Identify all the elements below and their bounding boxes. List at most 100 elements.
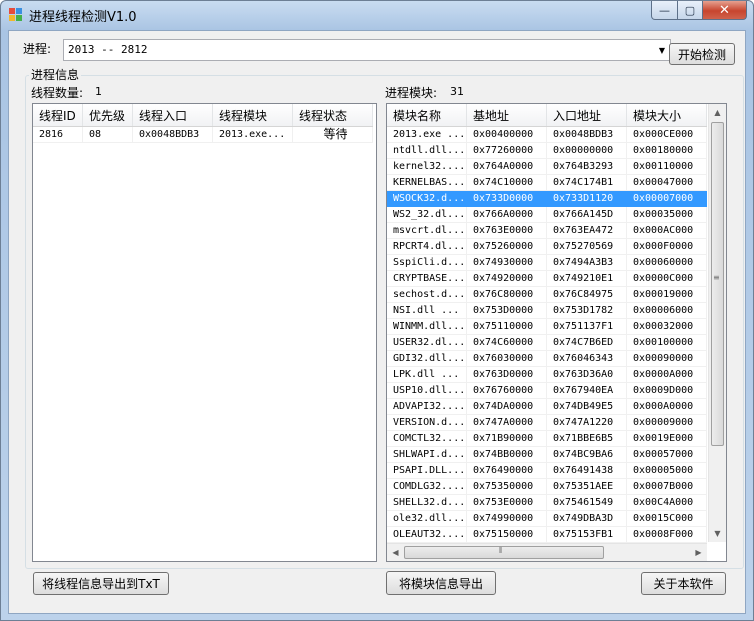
module-cell: 0x77260000 [467, 143, 547, 159]
module-row[interactable]: USP10.dll... 0x76760000 0x767940EA 0x0009D0… [387, 383, 707, 399]
module-cell: KERNELBAS... [387, 175, 467, 191]
module-cell: 0x74DA0000 [467, 399, 547, 415]
module-row[interactable]: kernel32.... 0x764A0000 0x764B3293 0x001100… [387, 159, 707, 175]
maximize-icon: ▢ [684, 3, 696, 17]
module-cell: 0x753E0000 [467, 495, 547, 511]
minimize-button[interactable]: — [651, 1, 678, 20]
module-row[interactable]: SspiCli.d... 0x74930000 0x7494A3B3 0x000600… [387, 255, 707, 271]
module-cell: 0x753D0000 [467, 303, 547, 319]
module-row[interactable]: 2013.exe ... 0x00400000 0x0048BDB3 0x000CE0… [387, 127, 707, 143]
close-icon: ✕ [719, 2, 730, 18]
module-cell: 0x767940EA [547, 383, 627, 399]
module-row[interactable]: COMDLG32.... 0x75350000 0x75351AEE 0x0007B0… [387, 479, 707, 495]
module-row[interactable]: WS2_32.dl... 0x766A0000 0x766A145D 0x000350… [387, 207, 707, 223]
module-row[interactable]: LPK.dll ... 0x763D0000 0x763D36A0 0x0000A00… [387, 367, 707, 383]
module-row[interactable]: GDI32.dll... 0x76030000 0x76046343 0x000900… [387, 351, 707, 367]
thread-list[interactable]: 线程ID 优先级 线程入口 线程模块 线程状态 2816 08 0x0048BDB3 2013… [32, 103, 377, 562]
module-row[interactable]: PSAPI.DLL... 0x76490000 0x76491438 0x000050… [387, 463, 707, 479]
scroll-right-icon[interactable]: ▶ [690, 544, 707, 561]
scroll-left-icon[interactable]: ◀ [387, 544, 404, 561]
chevron-down-icon[interactable]: ▼ [654, 40, 670, 60]
process-select[interactable]: 2013 -- 2812 ▼ [63, 39, 671, 61]
module-list[interactable]: 模块名称 基地址 入口地址 模块大小 2013.exe ... 0x00400000 0x… [386, 103, 727, 562]
module-cell: 0x76760000 [467, 383, 547, 399]
scroll-down-icon[interactable]: ▼ [709, 525, 726, 542]
module-horizontal-scrollbar[interactable]: ◀ ⦀ ▶ [387, 543, 707, 561]
module-column-header[interactable]: 模块名称 [387, 104, 467, 126]
module-row[interactable]: msvcrt.dl... 0x763E0000 0x763EA472 0x000AC0… [387, 223, 707, 239]
module-cell: 0x0000C000 [627, 271, 707, 287]
module-cell: 0x00000000 [547, 143, 627, 159]
thread-column-header[interactable]: 线程ID [33, 104, 83, 126]
module-row[interactable]: NSI.dll ... 0x753D0000 0x753D1782 0x0000600… [387, 303, 707, 319]
export-modules-button[interactable]: 将模块信息导出 [386, 571, 496, 595]
module-cell: 0x747A1220 [547, 415, 627, 431]
start-detect-label: 开始检测 [677, 47, 726, 62]
module-row[interactable]: SHLWAPI.d... 0x74BB0000 0x74BC9BA6 0x000570… [387, 447, 707, 463]
module-row[interactable]: COMCTL32.... 0x71B90000 0x71BBE6B5 0x0019E0… [387, 431, 707, 447]
export-threads-label: 将线程信息导出到TxT [42, 577, 160, 591]
module-column-header[interactable]: 基地址 [467, 104, 547, 126]
thread-column-header[interactable]: 优先级 [83, 104, 133, 126]
module-cell: COMCTL32.... [387, 431, 467, 447]
module-row[interactable]: sechost.d... 0x76C80000 0x76C84975 0x000190… [387, 287, 707, 303]
module-cell: 0x733D1120 [547, 191, 627, 207]
module-cell: 0x000A0000 [627, 399, 707, 415]
module-row[interactable]: WSOCK32.d... 0x733D0000 0x733D1120 0x000070… [387, 191, 707, 207]
module-row[interactable]: KERNELBAS... 0x74C10000 0x74C174B1 0x000470… [387, 175, 707, 191]
title-bar[interactable]: 进程线程检测V1.0 — ▢ ✕ [1, 1, 753, 29]
module-cell: 0x71BBE6B5 [547, 431, 627, 447]
export-threads-button[interactable]: 将线程信息导出到TxT [33, 572, 169, 595]
module-cell: 0x00032000 [627, 319, 707, 335]
module-cell: kernel32.... [387, 159, 467, 175]
module-cell: sechost.d... [387, 287, 467, 303]
module-cell: 0x76046343 [547, 351, 627, 367]
module-row[interactable]: CRYPTBASE... 0x74920000 0x749210E1 0x0000C0… [387, 271, 707, 287]
scroll-thumb[interactable]: ≡ [711, 122, 724, 446]
module-cell: 0x763D0000 [467, 367, 547, 383]
scroll-up-icon[interactable]: ▲ [709, 104, 726, 121]
thread-cell: 08 [83, 127, 133, 143]
close-button[interactable]: ✕ [703, 1, 747, 20]
module-row[interactable]: RPCRT4.dl... 0x75260000 0x75270569 0x000F00… [387, 239, 707, 255]
thread-cell: 0x0048BDB3 [133, 127, 213, 143]
process-info-group-title: 进程信息 [29, 66, 82, 83]
module-row[interactable]: VERSION.d... 0x747A0000 0x747A1220 0x000090… [387, 415, 707, 431]
thread-column-header[interactable]: 线程模块 [213, 104, 293, 126]
module-column-header[interactable]: 入口地址 [547, 104, 627, 126]
thread-column-header[interactable]: 线程入口 [133, 104, 213, 126]
process-label: 进程: [23, 42, 52, 56]
module-row[interactable]: USER32.dl... 0x74C60000 0x74C7B6ED 0x001000… [387, 335, 707, 351]
module-row[interactable]: ntdll.dll... 0x77260000 0x00000000 0x001800… [387, 143, 707, 159]
module-row[interactable]: ole32.dll... 0x74990000 0x749DBA3D 0x0015C0… [387, 511, 707, 527]
module-cell: 0x00057000 [627, 447, 707, 463]
module-column-header[interactable]: 模块大小 [627, 104, 707, 126]
module-cell: 0x0009D000 [627, 383, 707, 399]
module-cell: 0x751137F1 [547, 319, 627, 335]
thread-cell: 2816 [33, 127, 83, 143]
module-row[interactable]: WINMM.dll... 0x75110000 0x751137F1 0x000320… [387, 319, 707, 335]
thread-column-header[interactable]: 线程状态 [293, 104, 373, 126]
minimize-icon: — [659, 3, 670, 17]
module-cell: CRYPTBASE... [387, 271, 467, 287]
module-row[interactable]: SHELL32.d... 0x753E0000 0x75461549 0x00C4A0… [387, 495, 707, 511]
module-cell: 0x0015C000 [627, 511, 707, 527]
about-button[interactable]: 关于本软件 [641, 572, 726, 595]
module-cell: 0x00035000 [627, 207, 707, 223]
start-detect-button[interactable]: 开始检测 [669, 43, 735, 65]
thread-count-label: 线程数量: [31, 86, 84, 100]
module-cell: 0x763EA472 [547, 223, 627, 239]
grip-icon: ⦀ [499, 546, 503, 555]
module-cell: 0x74BC9BA6 [547, 447, 627, 463]
maximize-button[interactable]: ▢ [678, 1, 703, 20]
module-cell: GDI32.dll... [387, 351, 467, 367]
module-row[interactable]: ADVAPI32.... 0x74DA0000 0x74DB49E5 0x000A00… [387, 399, 707, 415]
module-cell: 0x749210E1 [547, 271, 627, 287]
hscroll-thumb[interactable]: ⦀ [404, 546, 604, 559]
module-row[interactable]: OLEAUT32.... 0x75150000 0x75153FB1 0x0008F0… [387, 527, 707, 543]
module-cell: 0x74930000 [467, 255, 547, 271]
module-cell: VERSION.d... [387, 415, 467, 431]
module-vertical-scrollbar[interactable]: ▲ ≡ ▼ [708, 104, 726, 542]
thread-row[interactable]: 2816 08 0x0048BDB3 2013.exe... 等待 [33, 127, 373, 143]
module-cell: 2013.exe ... [387, 127, 467, 143]
